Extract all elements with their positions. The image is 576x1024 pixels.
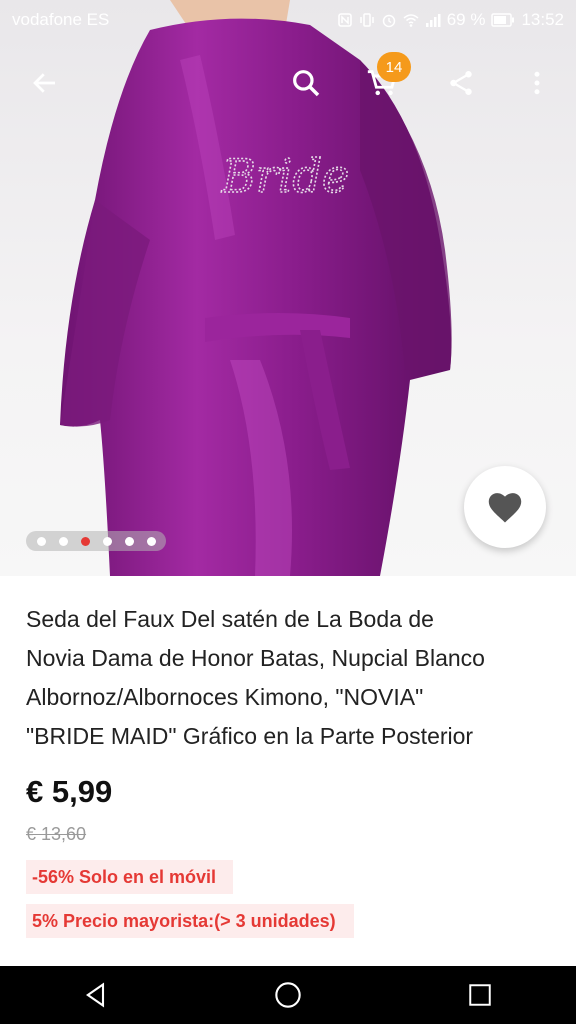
back-arrow-icon [33,73,55,93]
top-action-bar [0,50,576,116]
image-carousel-indicator[interactable] [26,531,166,551]
battery-percent: 69 % [446,10,486,29]
carrier-label: vodafone ES [12,10,110,29]
signal-icon [425,14,441,27]
product-title-line: Novia Dama de Honor Batas, Nupcial Blanc… [26,645,485,671]
nav-recents-icon [469,984,491,1006]
cart-count-badge: 14 [377,52,411,82]
share-icon [450,71,472,95]
nav-home-icon [275,982,301,1008]
nfc-icon [337,13,352,27]
carousel-dot[interactable] [124,536,134,546]
discount-tag: -56% Solo en el móvil [26,860,233,894]
original-price: € 13,60 [26,824,87,844]
product-title: Seda del Faux Del satén de La Boda de No… [26,600,556,756]
product-title-line: "BRIDE MAID" Gráfico en la Parte Posteri… [26,723,474,749]
carousel-dot[interactable] [102,536,112,546]
system-nav-bar [0,966,576,1024]
battery-icon [491,13,515,27]
current-price: € 5,99 [26,774,113,809]
nav-home-button[interactable] [258,966,318,1024]
search-button[interactable] [278,50,334,116]
status-bar: vodafone ES 69 % 13:52 [0,0,576,40]
carousel-dot[interactable] [146,536,156,546]
wifi-icon [403,14,419,27]
alarm-icon [382,14,395,28]
product-title-line: Albornoz/Albornoces Kimono, "NOVIA" [26,684,424,710]
heart-icon [488,493,522,523]
nav-recents-button[interactable] [450,966,510,1024]
embroidery-text: Bride [221,149,349,203]
share-button[interactable] [433,50,489,116]
more-options-button[interactable] [509,50,565,116]
carousel-dot[interactable] [36,536,46,546]
carousel-dot-active[interactable] [80,536,90,546]
wishlist-button[interactable] [464,466,546,548]
wholesale-price-tag[interactable]: 5% Precio mayorista:(> 3 unidades) [26,904,354,938]
clock: 13:52 [521,10,564,29]
more-vert-icon [534,71,540,95]
nav-back-icon [85,982,105,1008]
nav-back-button[interactable] [66,966,126,1024]
search-icon [293,70,320,97]
back-button[interactable] [17,50,73,116]
product-title-line: Seda del Faux Del satén de La Boda de [26,606,434,632]
vibrate-icon [359,13,374,27]
carousel-dot[interactable] [58,536,68,546]
